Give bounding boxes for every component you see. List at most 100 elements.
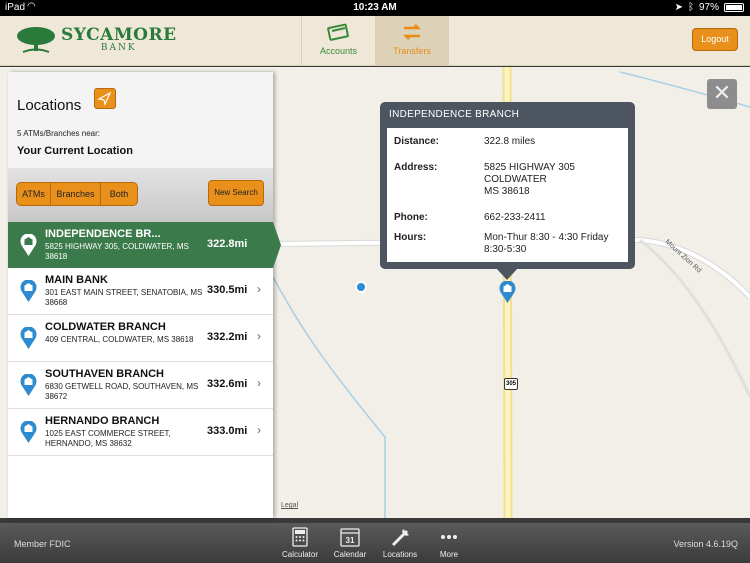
location-name: MAIN BANK [45, 274, 108, 286]
list-item[interactable]: HERNANDO BRANCH 1025 EAST COMMERCE STREE… [8, 409, 273, 456]
current-location-button[interactable] [94, 88, 116, 109]
filter-both[interactable]: Both [101, 183, 137, 205]
bluetooth-icon: ᛒ [687, 2, 694, 13]
list-item[interactable]: SOUTHAVEN BRANCH 6830 GETWELL ROAD, SOUT… [8, 362, 273, 409]
calendar-button[interactable]: 31 Calendar [325, 527, 375, 559]
popup-title: INDEPENDENCE BRANCH [389, 109, 520, 120]
more-dots-icon [441, 535, 457, 539]
location-arrow-icon [97, 91, 112, 106]
location-address: 6830 GETWELL ROAD, SOUTHAVEN, MS 38672 [45, 382, 199, 401]
popup-hours-label: Hours: [394, 232, 427, 243]
new-search-button[interactable]: New Search [208, 180, 264, 206]
branch-pin-icon [20, 374, 37, 396]
tab-transfers-label: Transfers [393, 46, 431, 56]
tab-accounts[interactable]: Accounts [301, 16, 375, 66]
accounts-icon [326, 23, 349, 41]
popup-address-line2: COLDWATER [484, 174, 547, 185]
branch-map-pin[interactable] [499, 281, 516, 303]
calculator-label: Calculator [281, 550, 318, 559]
location-name: INDEPENDENCE BR... [45, 228, 161, 240]
location-name: HERNANDO BRANCH [45, 415, 160, 427]
locations-button[interactable]: Locations [375, 527, 425, 559]
more-label: More [439, 550, 459, 559]
highway-shield: 305 [504, 378, 518, 390]
selected-indicator [273, 222, 281, 268]
legal-link[interactable]: Legal [281, 502, 298, 509]
calculator-icon [292, 527, 308, 547]
logout-button[interactable]: Logout [692, 28, 738, 51]
tab-transfers[interactable]: Transfers [375, 16, 449, 66]
location-address: 409 CENTRAL, COLDWATER, MS 38618 [45, 335, 194, 344]
location-distance: 322.8mi [207, 238, 248, 250]
tree-logo-icon [17, 27, 55, 53]
sycamore-logo: SYCAMORE BANK [15, 25, 177, 55]
status-bar: iPad ◠ 10:23 AM ➤ ᛒ 97% [0, 0, 750, 16]
battery-icon [724, 3, 744, 12]
popup-address-line1: 5825 HIGHWAY 305 [484, 162, 575, 173]
clock: 10:23 AM [353, 2, 397, 13]
atm-map-marker[interactable] [355, 281, 367, 293]
app-header: SYCAMORE BANK Accounts Transfers Logout [0, 16, 750, 66]
location-name: SOUTHAVEN BRANCH [45, 368, 164, 380]
locations-list: INDEPENDENCE BR... 5825 HIGHWAY 305, COL… [8, 222, 281, 456]
location-distance: 332.6mi [207, 378, 248, 390]
location-address: 301 EAST MAIN STREET, SENATOBIA, MS 3866… [45, 288, 203, 307]
tab-accounts-label: Accounts [319, 46, 358, 56]
calendar-day: 31 [346, 536, 355, 545]
popup-address-line3: MS 38618 [484, 186, 530, 197]
calendar-icon: 31 [340, 528, 360, 547]
branch-info-popup: INDEPENDENCE BRANCH Distance: 322.8 mile… [380, 102, 635, 280]
popup-distance-value: 322.8 miles [484, 136, 536, 147]
location-distance: 332.2mi [207, 331, 248, 343]
popup-address-label: Address: [394, 162, 438, 173]
popup-address-value: 5825 HIGHWAY 305 COLDWATER MS 38618 [484, 162, 629, 198]
popup-body: Distance: 322.8 miles Address: 5825 HIGH… [387, 128, 628, 262]
branch-pin-icon [20, 234, 37, 256]
transfers-icon [402, 24, 422, 40]
more-button[interactable]: More [424, 527, 474, 559]
near-count-text: 5 ATMs/Branches near: [17, 129, 100, 138]
chevron-right-icon: › [257, 329, 261, 343]
location-distance: 330.5mi [207, 284, 248, 296]
list-item[interactable]: MAIN BANK 301 EAST MAIN STREET, SENATOBI… [8, 268, 273, 315]
branch-pin-icon [20, 327, 37, 349]
close-button[interactable]: ✕ [707, 79, 737, 109]
location-name: COLDWATER BRANCH [45, 321, 166, 333]
popup-phone-value[interactable]: 662-233-2411 [484, 212, 629, 224]
calculator-button[interactable]: Calculator [275, 527, 325, 559]
list-item[interactable]: INDEPENDENCE BR... 5825 HIGHWAY 305, COL… [8, 222, 281, 268]
branch-pin-icon [20, 280, 37, 302]
locations-label: Locations [382, 550, 418, 559]
sidebar-header: Locations 5 ATMs/Branches near: Your Cur… [8, 72, 273, 168]
filter-branches[interactable]: Branches [51, 183, 101, 205]
filter-atms[interactable]: ATMs [17, 183, 51, 205]
near-location-text: Your Current Location [17, 145, 133, 157]
popup-distance-label: Distance: [394, 136, 440, 147]
locations-sidebar: Locations 5 ATMs/Branches near: Your Cur… [8, 72, 281, 518]
filter-bar: ATMs Branches Both New Search [8, 168, 273, 222]
popup-phone-label: Phone: [394, 212, 428, 223]
bottom-toolbar: Member FDIC Calculator 31 Calendar Locat… [0, 523, 750, 563]
battery-percent: 97% [698, 2, 719, 13]
map-pin-icon [391, 529, 409, 547]
location-address: 1025 EAST COMMERCE STREET, HERNANDO, MS … [45, 429, 171, 448]
battery-fill [726, 5, 742, 10]
branch-pin-icon [20, 421, 37, 443]
locations-title: Locations [17, 97, 82, 114]
location-distance: 333.0mi [207, 425, 248, 437]
location-services-icon: ➤ [674, 2, 683, 13]
chevron-right-icon: › [257, 423, 261, 437]
version-label: Version 4.6.19Q [673, 539, 738, 549]
status-right: ➤ ᛒ 97% [675, 2, 744, 13]
stream [272, 276, 386, 518]
popup-hours-value: Mon-Thur 8:30 - 4:30 Friday 8:30-5:30 [484, 232, 609, 255]
chevron-right-icon: › [257, 376, 261, 390]
list-item[interactable]: COLDWATER BRANCH 409 CENTRAL, COLDWATER,… [8, 315, 273, 362]
member-fdic-label: Member FDIC [14, 539, 71, 549]
location-type-segmented: ATMs Branches Both [16, 182, 138, 206]
popup-pointer [496, 268, 518, 280]
chevron-right-icon: › [257, 282, 261, 296]
location-address: 5825 HIGHWAY 305, COLDWATER, MS 38618 [45, 242, 189, 261]
logo-name: SYCAMORE [61, 25, 177, 45]
calendar-label: Calendar [333, 550, 367, 559]
